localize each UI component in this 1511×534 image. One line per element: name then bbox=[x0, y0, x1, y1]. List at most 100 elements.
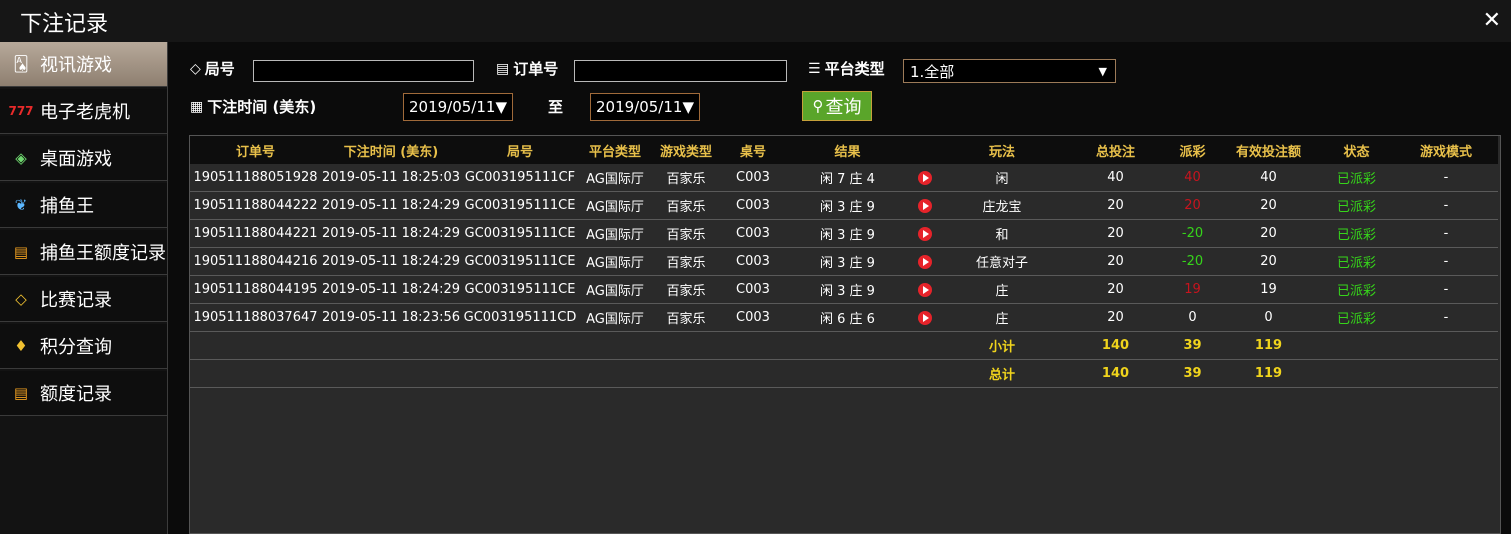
empty-cell bbox=[190, 331, 321, 360]
play-video-cell[interactable] bbox=[910, 247, 940, 276]
play-video-cell[interactable] bbox=[910, 191, 940, 220]
cell-table-number: C003 bbox=[721, 191, 785, 220]
cell-table-number: C003 bbox=[721, 275, 785, 304]
order-number-input[interactable] bbox=[574, 60, 787, 82]
sidebar-item-fishing-credit[interactable]: ▤ 捕鱼王额度记录 bbox=[0, 230, 167, 275]
cell-platform: AG国际厅 bbox=[579, 219, 651, 248]
col-header: 平台类型 bbox=[579, 136, 651, 164]
col-header: 订单号 bbox=[190, 136, 321, 164]
sidebar-item-fishing[interactable]: ❦ 捕鱼王 bbox=[0, 183, 167, 228]
col-header bbox=[910, 136, 940, 164]
query-button[interactable]: ⚲ 查询 bbox=[802, 91, 872, 121]
cell-payout: 20 bbox=[1167, 191, 1218, 220]
sidebar-item-credit-records[interactable]: ▤ 额度记录 bbox=[0, 371, 167, 416]
cell-round: GC003195111CE bbox=[461, 275, 579, 304]
cell-total-bet: 20 bbox=[1064, 303, 1167, 332]
subtotal-valid: 119 bbox=[1218, 331, 1319, 360]
col-header: 局号 bbox=[461, 136, 579, 164]
cell-play: 闲 bbox=[940, 164, 1064, 192]
round-input[interactable] bbox=[253, 60, 474, 82]
sidebar-item-points[interactable]: ♦ 积分查询 bbox=[0, 324, 167, 369]
cell-round: GC003195111CD bbox=[461, 303, 579, 332]
cell-status: 已派彩 bbox=[1319, 191, 1394, 220]
sidebar-item-label: 捕鱼王 bbox=[40, 196, 94, 217]
chevron-down-icon: ▼ bbox=[682, 98, 694, 116]
play-video-icon[interactable] bbox=[918, 198, 932, 213]
play-video-icon[interactable] bbox=[918, 310, 932, 325]
play-video-cell[interactable] bbox=[910, 275, 940, 304]
platform-select[interactable]: 1.全部 ▼ bbox=[903, 59, 1116, 83]
empty-cell bbox=[579, 331, 651, 360]
empty-cell bbox=[651, 359, 721, 388]
close-icon[interactable]: ✕ bbox=[1483, 8, 1501, 33]
cell-round: GC003195111CE bbox=[461, 191, 579, 220]
sidebar-item-label: 额度记录 bbox=[40, 384, 112, 405]
sidebar: 🂡 视讯游戏 777 电子老虎机 ◈ 桌面游戏 ❦ 捕鱼王 ▤ 捕鱼王额度记录 … bbox=[0, 42, 168, 534]
sidebar-item-match-records[interactable]: ◇ 比赛记录 bbox=[0, 277, 167, 322]
empty-cell bbox=[321, 331, 461, 360]
empty-cell bbox=[721, 359, 785, 388]
platform-label: ☰ 平台类型 bbox=[808, 60, 885, 78]
empty-cell bbox=[910, 359, 940, 388]
cell-game-type: 百家乐 bbox=[651, 191, 721, 220]
cell-bet-time: 2019-05-11 18:23:56 bbox=[321, 303, 461, 332]
date-from-select[interactable]: 2019/05/11 ▼ bbox=[403, 93, 513, 121]
list-icon: ☰ bbox=[808, 60, 821, 77]
empty-cell bbox=[461, 359, 579, 388]
cell-result: 闲 3 庄 9 bbox=[785, 191, 910, 220]
cell-status: 已派彩 bbox=[1319, 247, 1394, 276]
total-payout: 39 bbox=[1167, 359, 1218, 388]
diamond-icon: ♦ bbox=[14, 337, 28, 355]
cell-platform: AG国际厅 bbox=[579, 191, 651, 220]
cell-payout: -20 bbox=[1167, 219, 1218, 248]
sidebar-item-label: 电子老虎机 bbox=[40, 102, 130, 123]
cell-bet-time: 2019-05-11 18:24:29 bbox=[321, 275, 461, 304]
col-header: 总投注 bbox=[1064, 136, 1167, 164]
cell-valid-bet: 0 bbox=[1218, 303, 1319, 332]
cell-bet-time: 2019-05-11 18:24:29 bbox=[321, 247, 461, 276]
cell-total-bet: 20 bbox=[1064, 275, 1167, 304]
cell-game-mode: - bbox=[1394, 275, 1498, 304]
sidebar-item-live-games[interactable]: 🂡 视讯游戏 bbox=[0, 42, 167, 87]
ticket-icon: ◇ bbox=[15, 290, 27, 308]
cell-play: 庄龙宝 bbox=[940, 191, 1064, 220]
cell-table-number: C003 bbox=[721, 219, 785, 248]
cell-payout: 19 bbox=[1167, 275, 1218, 304]
cell-order-number: 190511188044195 bbox=[190, 275, 321, 304]
cell-play: 和 bbox=[940, 219, 1064, 248]
empty-cell bbox=[651, 331, 721, 360]
clipboard-icon: ▤ bbox=[496, 60, 510, 77]
order-label: ▤ 订单号 bbox=[496, 60, 559, 78]
cell-table-number: C003 bbox=[721, 164, 785, 192]
play-video-cell[interactable] bbox=[910, 164, 940, 192]
cell-play: 任意对子 bbox=[940, 247, 1064, 276]
play-video-icon[interactable] bbox=[918, 254, 932, 269]
empty-cell bbox=[1394, 359, 1498, 388]
cell-total-bet: 20 bbox=[1064, 247, 1167, 276]
records-table: 订单号 下注时间 (美东) 局号 平台类型 游戏类型 桌号 结果 玩法 总投注 … bbox=[190, 136, 1498, 388]
play-video-icon[interactable] bbox=[918, 226, 932, 241]
fish-icon: ❦ bbox=[14, 196, 28, 214]
date-to-select[interactable]: 2019/05/11 ▼ bbox=[590, 93, 700, 121]
play-video-icon[interactable] bbox=[918, 170, 932, 185]
play-video-icon[interactable] bbox=[918, 282, 932, 297]
col-header: 下注时间 (美东) bbox=[321, 136, 461, 164]
subtotal-label: 小计 bbox=[940, 331, 1064, 360]
table-header-row: 订单号 下注时间 (美东) 局号 平台类型 游戏类型 桌号 结果 玩法 总投注 … bbox=[190, 136, 1498, 164]
sidebar-item-table-games[interactable]: ◈ 桌面游戏 bbox=[0, 136, 167, 181]
play-video-cell[interactable] bbox=[910, 303, 940, 332]
play-video-cell[interactable] bbox=[910, 219, 940, 248]
sidebar-item-slots[interactable]: 777 电子老虎机 bbox=[0, 89, 167, 134]
col-header: 有效投注额 bbox=[1218, 136, 1319, 164]
table-row: 190511188051928 2019-05-11 18:25:03 GC0031… bbox=[190, 164, 1498, 192]
cell-platform: AG国际厅 bbox=[579, 164, 651, 192]
empty-cell bbox=[321, 359, 461, 388]
empty-cell bbox=[1319, 359, 1394, 388]
empty-cell bbox=[579, 359, 651, 388]
cell-order-number: 190511188037647 bbox=[190, 303, 321, 332]
cell-status: 已派彩 bbox=[1319, 219, 1394, 248]
cell-valid-bet: 20 bbox=[1218, 247, 1319, 276]
cell-game-mode: - bbox=[1394, 219, 1498, 248]
cell-play: 庄 bbox=[940, 303, 1064, 332]
cell-platform: AG国际厅 bbox=[579, 275, 651, 304]
